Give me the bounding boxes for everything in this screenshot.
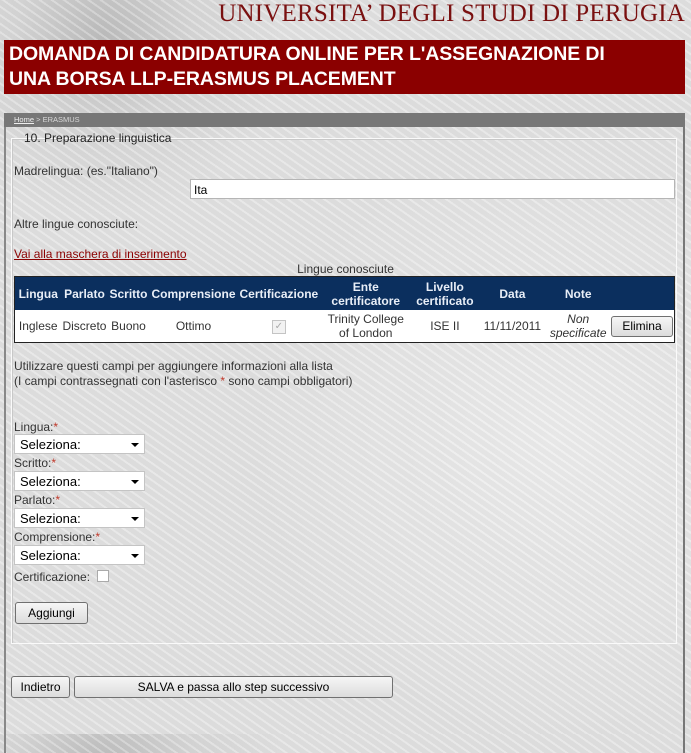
breadcrumb-separator: > [34,115,43,124]
languages-table: Lingua Parlato Scritto Comprensione Cert… [14,276,675,343]
save-and-next-button[interactable]: SALVA e passa allo step successivo [74,676,393,698]
lingua-label-text: Lingua: [14,420,54,434]
back-button[interactable]: Indietro [11,676,70,698]
add-button[interactable]: Aggiungi [15,602,88,624]
lingua-label: Lingua:* [14,420,58,434]
parlato-label: Parlato:* [14,493,60,507]
dropdown-arrow-icon [131,554,139,558]
col-header-note: Note [546,276,610,310]
delete-button[interactable]: Elimina [611,315,673,337]
cell-lingua: Inglese [18,319,58,333]
certificazione-label: Certificazione: [14,570,91,584]
required-asterisk: * [55,493,61,507]
col-header-parlato: Parlato [61,276,108,310]
table-row: Inglese Discreto Buono Ottimo ✓ Trinity … [15,310,675,343]
cell-ente: Trinity College of London [327,312,404,340]
col-header-lingua: Lingua [14,276,62,310]
section-legend: 10. Preparazione linguistica [24,131,172,145]
form-instructions: Utilizzare questi campi per aggiungere i… [14,359,352,389]
lingua-select-value: Seleziona: [20,437,81,452]
dropdown-arrow-icon [131,517,139,521]
parlato-label-text: Parlato: [14,493,56,507]
dropdown-arrow-icon [131,480,139,484]
cell-data: 11/11/2011 [483,319,542,333]
language-fieldset [11,138,677,644]
required-asterisk: * [51,456,57,470]
required-asterisk: * [53,420,59,434]
col-header-livello: Livello certificato [411,276,479,310]
scritto-label-text: Scritto: [14,456,52,470]
cell-comprensione: Ottimo [175,319,212,333]
lingua-select[interactable]: Seleziona: [14,434,145,454]
comprensione-label-text: Comprensione: [14,530,96,544]
required-asterisk: * [95,530,101,544]
madrelingua-input[interactable]: Ita [190,179,675,199]
col-header-actions [610,276,675,310]
col-header-scritto: Scritto [107,276,150,310]
altre-lingue-label: Altre lingue conosciute: [14,217,139,231]
col-header-comprensione: Comprensione [149,276,238,310]
col-header-data: Data [478,276,547,310]
breadcrumb-current: ERASMUS [42,115,80,124]
university-title: UNIVERSITA’ DEGLI STUDI DI PERUGIA [218,0,685,27]
certificazione-checkbox-disabled: ✓ [271,320,286,334]
certificazione-checkbox[interactable] [97,570,109,582]
instructions-text: (I campi contrassegnati con l'asterisco [14,374,221,388]
comprensione-select-value: Seleziona: [20,548,81,563]
table-header-row: Lingua Parlato Scritto Comprensione Cert… [14,276,675,310]
instructions-text-end: sono campi obbligatori) [225,374,353,388]
banner-title-line-2: UNA BORSA LLP-ERASMUS PLACEMENT [9,68,396,90]
scritto-label: Scritto:* [14,456,56,470]
comprensione-select[interactable]: Seleziona: [14,545,145,565]
dropdown-arrow-icon [131,443,139,447]
cell-scritto: Buono [111,319,146,333]
cell-note: Non specificate [549,312,607,340]
cell-certificazione: ✓ [238,310,321,343]
madrelingua-label: Madrelingua: (es."Italiano") [14,164,158,178]
instructions-line-2: (I campi contrassegnati con l'asterisco … [14,374,352,389]
parlato-select[interactable]: Seleziona: [14,508,145,528]
comprensione-label: Comprensione:* [14,530,100,544]
col-header-ente: Ente certificatore [320,276,412,310]
banner-title-line-1: DOMANDA DI CANDIDATURA ONLINE PER L'ASSE… [9,43,605,65]
cell-parlato: Discreto [62,319,107,333]
parlato-select-value: Seleziona: [20,511,81,526]
scritto-select[interactable]: Seleziona: [14,471,145,491]
cell-livello: ISE II [430,319,460,333]
breadcrumb: Home > ERASMUS [4,113,685,127]
col-header-certificazione: Certificazione [237,276,321,310]
page-banner: DOMANDA DI CANDIDATURA ONLINE PER L'ASSE… [4,40,685,94]
instructions-line-1: Utilizzare questi campi per aggiungere i… [14,359,333,373]
insert-mask-link[interactable]: Vai alla maschera di inserimento [14,247,187,261]
breadcrumb-home-link[interactable]: Home [14,115,34,124]
cell-actions: Elimina [610,310,675,343]
scritto-select-value: Seleziona: [20,474,81,489]
table-caption: Lingue conosciute [297,262,394,276]
